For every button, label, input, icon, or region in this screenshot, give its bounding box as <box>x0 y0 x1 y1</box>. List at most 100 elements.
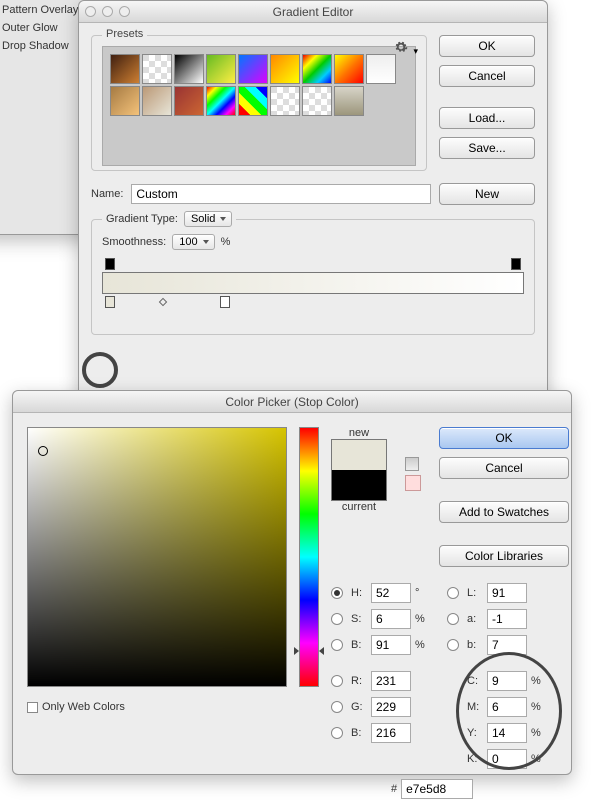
radio-L[interactable] <box>447 587 459 599</box>
ok-button[interactable]: OK <box>439 35 535 57</box>
preset-swatch[interactable] <box>238 54 268 84</box>
preset-area[interactable] <box>102 46 416 166</box>
window-title: Color Picker (Stop Color) <box>13 395 571 409</box>
preset-swatch[interactable] <box>334 54 364 84</box>
input-L[interactable] <box>487 583 527 603</box>
current-color-label: current <box>331 501 387 513</box>
preset-swatch[interactable] <box>174 54 204 84</box>
ok-button[interactable]: OK <box>439 427 569 449</box>
gamut-warning-icon[interactable] <box>405 457 419 471</box>
radio-b[interactable] <box>447 639 459 651</box>
radio-Brgb[interactable] <box>331 727 343 739</box>
hue-slider-thumb[interactable] <box>294 647 299 655</box>
color-field-marker[interactable] <box>38 446 48 456</box>
preset-swatch[interactable] <box>302 86 332 116</box>
color-stop-right[interactable] <box>220 296 230 308</box>
opacity-stop-left[interactable] <box>105 258 115 270</box>
input-Bhsb[interactable] <box>371 635 411 655</box>
cancel-button[interactable]: Cancel <box>439 457 569 479</box>
gradient-editor-window: Gradient Editor Presets ▾ OK Cancel Load… <box>78 0 548 420</box>
only-web-checkbox[interactable] <box>27 702 38 713</box>
new-button[interactable]: New <box>439 183 535 205</box>
label-K: K: <box>467 753 483 765</box>
preset-swatch[interactable] <box>270 86 300 116</box>
preset-swatch[interactable] <box>142 54 172 84</box>
preset-swatch[interactable] <box>110 54 140 84</box>
minimize-icon[interactable] <box>102 6 113 17</box>
save-button[interactable]: Save... <box>439 137 535 159</box>
label-R: R: <box>351 675 367 687</box>
input-K[interactable] <box>487 749 527 769</box>
label-a: a: <box>467 613 483 625</box>
preset-swatch[interactable] <box>238 86 268 116</box>
radio-G[interactable] <box>331 701 343 713</box>
hex-label: # <box>391 783 397 795</box>
smoothness-select[interactable]: 100 <box>172 234 214 250</box>
close-icon[interactable] <box>85 6 96 17</box>
zoom-icon[interactable] <box>119 6 130 17</box>
input-C[interactable] <box>487 671 527 691</box>
input-G[interactable] <box>371 697 411 717</box>
preset-swatch[interactable] <box>206 86 236 116</box>
input-Y[interactable] <box>487 723 527 743</box>
color-libraries-button[interactable]: Color Libraries <box>439 545 569 567</box>
input-b[interactable] <box>487 635 527 655</box>
layer-style-label: Pattern Overlay <box>2 4 78 16</box>
label-Y: Y: <box>467 727 483 739</box>
name-label: Name: <box>91 188 123 200</box>
opacity-stop-right[interactable] <box>511 258 521 270</box>
input-H[interactable] <box>371 583 411 603</box>
preset-swatch[interactable] <box>302 54 332 84</box>
input-S[interactable] <box>371 609 411 629</box>
titlebar[interactable]: Gradient Editor <box>79 1 547 23</box>
input-R[interactable] <box>371 671 411 691</box>
load-button[interactable]: Load... <box>439 107 535 129</box>
preset-swatch[interactable] <box>174 86 204 116</box>
input-a[interactable] <box>487 609 527 629</box>
window-title: Gradient Editor <box>79 5 547 19</box>
radio-a[interactable] <box>447 613 459 625</box>
input-M[interactable] <box>487 697 527 717</box>
layer-style-label: Drop Shadow <box>2 40 69 52</box>
gear-icon[interactable]: ▾ <box>394 40 418 57</box>
radio-Bhsb[interactable] <box>331 639 343 651</box>
radio-S[interactable] <box>331 613 343 625</box>
add-swatches-button[interactable]: Add to Swatches <box>439 501 569 523</box>
preset-swatch[interactable] <box>110 86 140 116</box>
label-S: S: <box>351 613 367 625</box>
preset-swatch[interactable] <box>270 54 300 84</box>
color-stop-left[interactable] <box>105 296 115 308</box>
gradient-bar[interactable] <box>102 272 524 294</box>
color-field[interactable] <box>27 427 287 687</box>
label-b: b: <box>467 639 483 651</box>
gradient-type-label: Gradient Type: <box>106 213 178 225</box>
gradient-type-select[interactable]: Solid <box>184 211 232 227</box>
unit-H: ° <box>415 587 427 599</box>
web-safe-swatch[interactable] <box>405 475 421 491</box>
preset-swatch[interactable] <box>366 54 396 84</box>
label-Brgb: B: <box>351 727 367 739</box>
midpoint-marker[interactable] <box>159 298 167 306</box>
radio-R[interactable] <box>331 675 343 687</box>
preset-swatch[interactable] <box>206 54 236 84</box>
preset-swatch[interactable] <box>142 86 172 116</box>
cancel-button[interactable]: Cancel <box>439 65 535 87</box>
label-M: M: <box>467 701 483 713</box>
presets-group: Presets ▾ <box>91 35 427 171</box>
new-color-swatch <box>332 440 386 470</box>
unit-M: % <box>531 701 543 713</box>
hue-slider-thumb[interactable] <box>319 647 324 655</box>
layer-style-label: Outer Glow <box>2 22 58 34</box>
current-color-swatch[interactable] <box>332 470 386 500</box>
new-color-label: new <box>331 427 387 439</box>
hex-input[interactable] <box>401 779 473 799</box>
name-input[interactable] <box>131 184 431 204</box>
radio-H[interactable] <box>331 587 343 599</box>
preset-swatch[interactable] <box>334 86 364 116</box>
unit-Bhsb: % <box>415 639 427 651</box>
hue-slider[interactable] <box>299 427 319 687</box>
smoothness-label: Smoothness: <box>102 236 166 248</box>
unit-K: % <box>531 753 543 765</box>
titlebar[interactable]: Color Picker (Stop Color) <box>13 391 571 413</box>
input-Brgb[interactable] <box>371 723 411 743</box>
